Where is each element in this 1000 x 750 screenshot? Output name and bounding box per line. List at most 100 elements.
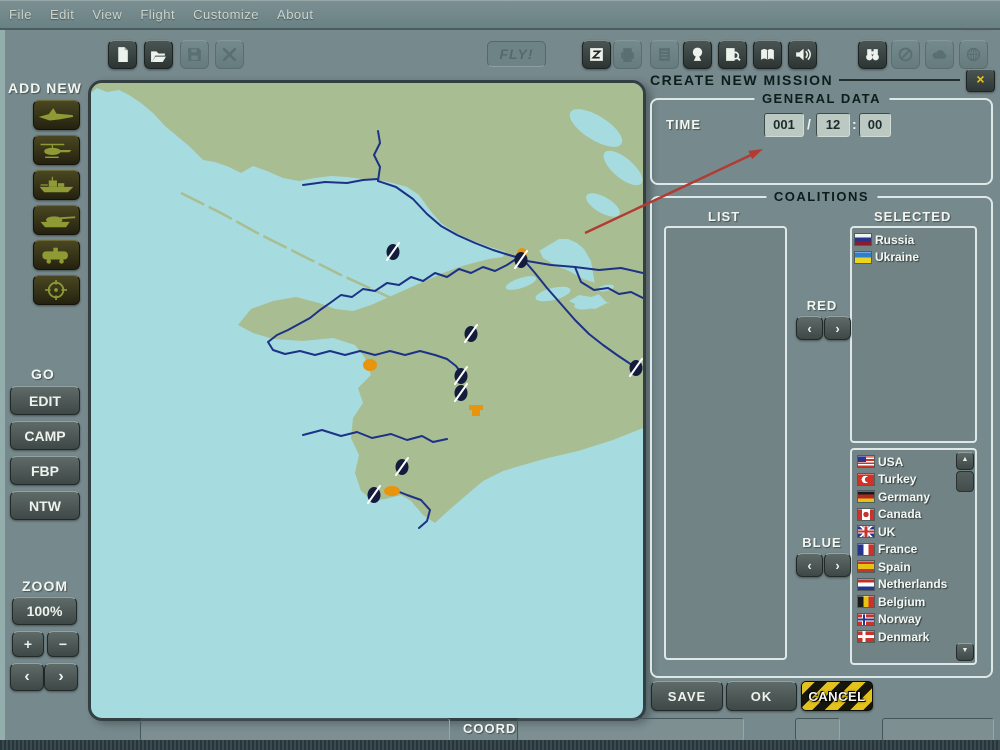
add-helicopter-button[interactable] [33, 135, 80, 165]
blue-move-left-button[interactable]: ‹ [796, 553, 823, 577]
coalition-country-usa[interactable]: USA [855, 453, 953, 471]
add-airplane-button[interactable] [33, 100, 80, 130]
map-panel[interactable] [88, 80, 646, 721]
mission-generator-button[interactable] [582, 40, 611, 69]
add-vehicle-button[interactable] [33, 205, 80, 235]
russia-flag-icon [855, 234, 871, 245]
weather-button[interactable] [925, 40, 954, 69]
go-edit-button[interactable]: EDIT [10, 386, 80, 415]
menu-flight[interactable]: Flight [131, 7, 184, 22]
go-fbp-button[interactable]: FBP [10, 456, 80, 485]
save-mission-button[interactable] [180, 40, 209, 69]
open-mission-button[interactable] [144, 40, 173, 69]
tank-icon [36, 208, 77, 232]
no-entry-icon [897, 46, 914, 63]
country-label: Russia [875, 233, 914, 247]
pan-left-button[interactable]: ‹ [10, 663, 44, 691]
status-input-left[interactable] [140, 718, 450, 741]
close-mission-button[interactable] [215, 40, 244, 69]
pilot-head-icon [689, 46, 706, 63]
debriefing-button[interactable] [718, 40, 747, 69]
world-time-button[interactable] [959, 40, 988, 69]
coord-input[interactable] [517, 718, 744, 741]
ok-button[interactable]: OK [726, 681, 797, 711]
zoom-level-button[interactable]: 100% [12, 597, 77, 625]
go-ntw-button[interactable]: NTW [10, 491, 80, 520]
speaker-icon [794, 46, 811, 63]
window-bottom-edge [0, 740, 1000, 750]
zoom-in-button[interactable]: + [12, 631, 44, 657]
country-label: Germany [878, 490, 930, 504]
pilot-button[interactable] [683, 40, 712, 69]
coalition-country-belgium[interactable]: Belgium [855, 593, 953, 611]
coalition-country-ukraine[interactable]: Ukraine [852, 249, 975, 267]
coalition-country-uk[interactable]: UK [855, 523, 953, 541]
sound-button[interactable] [788, 40, 817, 69]
pan-right-button[interactable]: › [44, 663, 78, 691]
scroll-down-button[interactable]: ▼ [956, 643, 974, 661]
fly-button[interactable]: FLY! [487, 41, 546, 67]
zoom-out-button[interactable]: − [47, 631, 79, 657]
new-mission-button[interactable] [108, 40, 137, 69]
red-move-left-button[interactable]: ‹ [796, 316, 823, 340]
time-day-field[interactable]: 001 [764, 113, 804, 137]
go-camp-button[interactable]: CAMP [10, 421, 80, 450]
airplane-icon [36, 103, 77, 127]
save-floppy-icon [186, 46, 203, 63]
railcar-icon [36, 243, 77, 267]
blue-selected-listbox[interactable]: USA Turkey Germany Canada UK France Spai… [850, 448, 977, 665]
scroll-up-button[interactable]: ▲ [956, 452, 974, 470]
scroll-thumb[interactable] [956, 471, 974, 492]
country-list-scrollbar[interactable]: ▲ ▼ [956, 452, 973, 661]
coalition-country-denmark[interactable]: Denmark [855, 628, 953, 646]
print-button[interactable] [613, 40, 642, 69]
coalition-available-listbox[interactable] [664, 226, 787, 660]
add-train-button[interactable] [33, 240, 80, 270]
coalition-country-canada[interactable]: Canada [855, 506, 953, 524]
encyclopedia-button[interactable] [753, 40, 782, 69]
status-input-right[interactable] [882, 718, 994, 741]
belgium-flag-icon [858, 596, 874, 607]
printer-icon [619, 46, 636, 63]
dialog-title: CREATE NEW MISSION [650, 72, 833, 88]
cancel-button[interactable]: CANCEL [801, 681, 873, 711]
coalition-country-spain[interactable]: Spain [855, 558, 953, 576]
blue-transfer-buttons: ‹ › [796, 553, 851, 577]
open-folder-icon [150, 46, 167, 63]
red-selected-listbox[interactable]: Russia Ukraine [850, 226, 977, 443]
time-minutes-field[interactable]: 00 [859, 113, 891, 137]
restrictions-button[interactable] [891, 40, 920, 69]
add-target-button[interactable] [33, 275, 80, 305]
time-hours-field[interactable]: 12 [816, 113, 850, 137]
menu-file[interactable]: File [0, 7, 41, 22]
menu-about[interactable]: About [268, 7, 322, 22]
open-book-icon [759, 46, 776, 63]
menu-edit[interactable]: Edit [41, 7, 83, 22]
coalition-country-norway[interactable]: Norway [855, 611, 953, 629]
status-input-small[interactable] [795, 718, 840, 741]
records-button[interactable] [650, 40, 679, 69]
save-button[interactable]: SAVE [651, 681, 723, 711]
close-x-icon [221, 46, 238, 63]
helicopter-icon [36, 138, 77, 162]
menu-view[interactable]: View [83, 7, 131, 22]
map-canvas[interactable] [91, 83, 643, 718]
norway-flag-icon [858, 614, 874, 625]
netherlands-flag-icon [858, 579, 874, 590]
country-label: Belgium [878, 595, 925, 609]
reconnaissance-button[interactable] [858, 40, 887, 69]
coalition-country-russia[interactable]: Russia [852, 231, 975, 249]
ukraine-flag-icon [855, 252, 871, 263]
add-ship-button[interactable] [33, 170, 80, 200]
coalition-country-netherlands[interactable]: Netherlands [855, 576, 953, 594]
coalition-country-turkey[interactable]: Turkey [855, 471, 953, 489]
airfield-marker[interactable] [387, 243, 400, 260]
red-move-right-button[interactable]: › [824, 316, 851, 340]
menu-customize[interactable]: Customize [184, 7, 268, 22]
coalition-country-germany[interactable]: Germany [855, 488, 953, 506]
coalition-country-france[interactable]: France [855, 541, 953, 559]
blue-move-right-button[interactable]: › [824, 553, 851, 577]
dialog-close-button[interactable]: × [966, 69, 995, 92]
zoom-label: ZOOM [22, 578, 68, 594]
spain-flag-icon [858, 561, 874, 572]
